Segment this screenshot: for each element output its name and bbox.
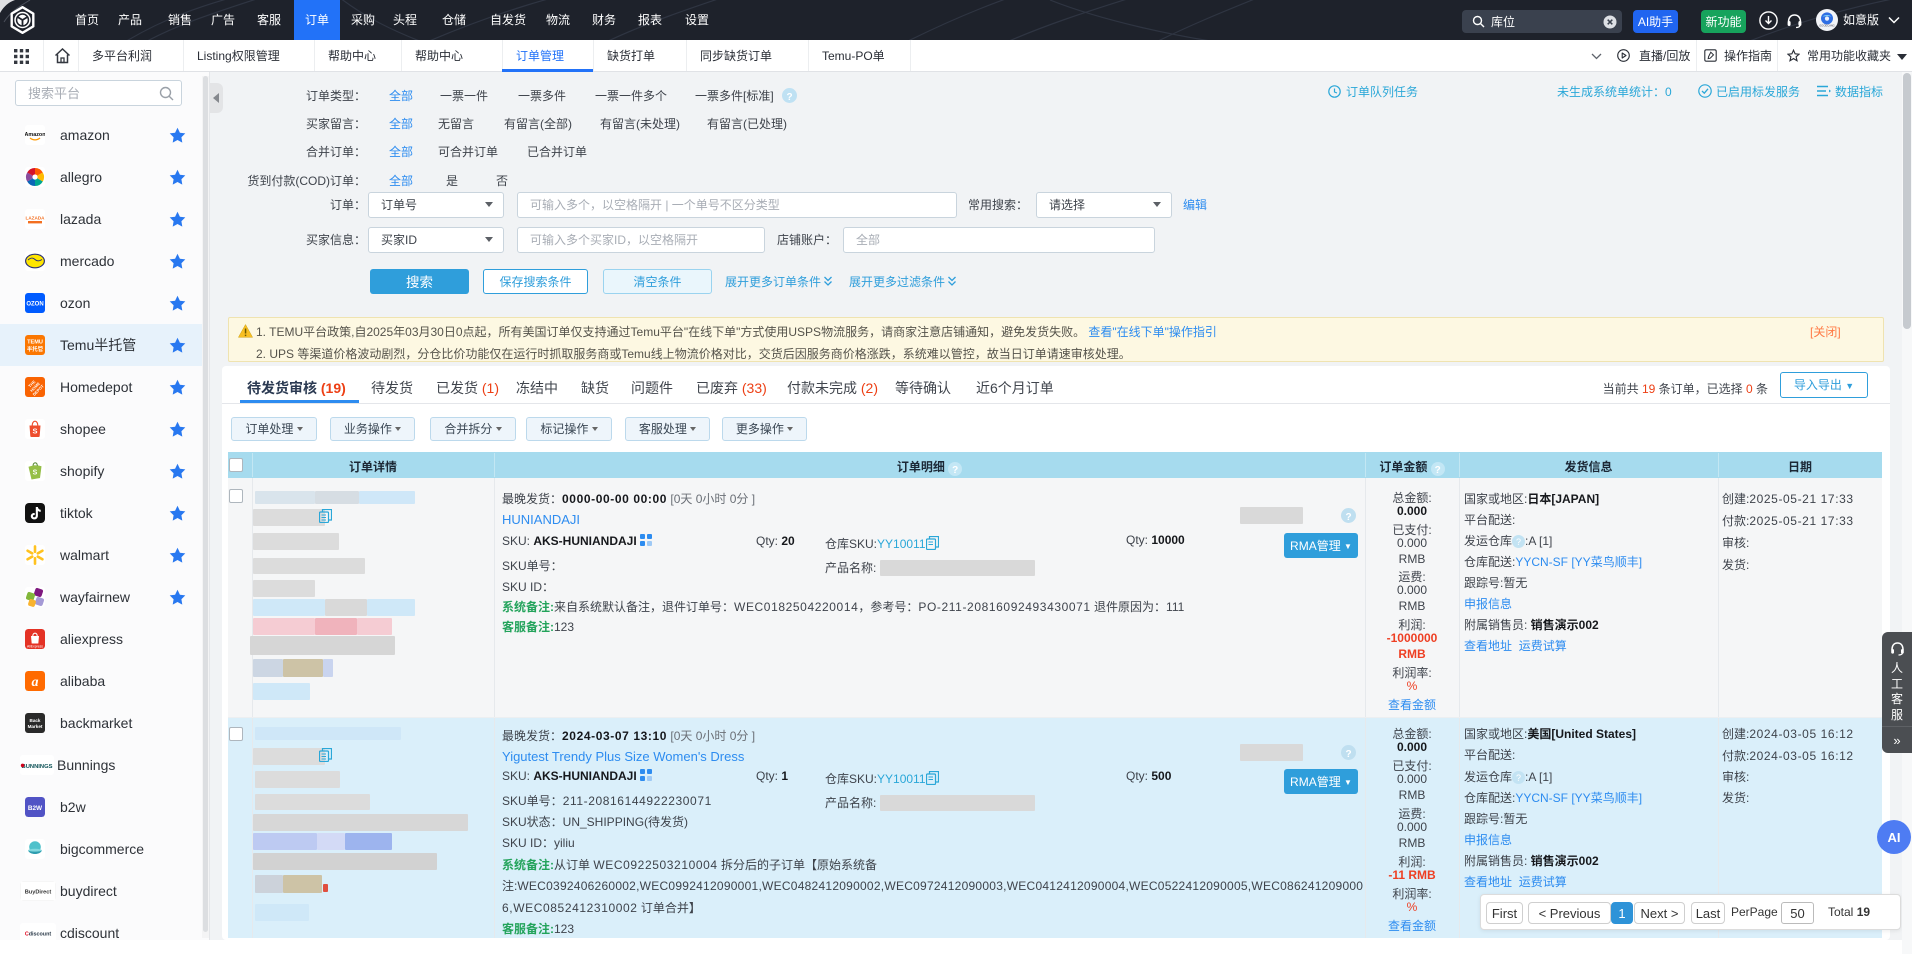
svg-text:BuyDirect: BuyDirect — [25, 889, 52, 895]
svg-text:a: a — [32, 675, 39, 690]
svg-text:OZON: OZON — [26, 302, 43, 308]
svg-text:AliExpress: AliExpress — [27, 645, 43, 649]
svg-text:Market: Market — [28, 724, 43, 729]
svg-text:Cdiscount: Cdiscount — [25, 932, 52, 938]
svg-text:半托管: 半托管 — [27, 345, 44, 353]
svg-text:GOODCANG: GOODCANG — [1819, 23, 1834, 27]
svg-text:B2W: B2W — [28, 805, 43, 812]
svg-text:Back: Back — [30, 718, 41, 723]
svg-text:BUNNINGS: BUNNINGS — [22, 764, 53, 770]
svg-text:LAZADA: LAZADA — [26, 216, 45, 221]
svg-text:Amazon: Amazon — [25, 132, 45, 138]
svg-text:S: S — [33, 470, 38, 477]
svg-text:S: S — [32, 427, 37, 436]
